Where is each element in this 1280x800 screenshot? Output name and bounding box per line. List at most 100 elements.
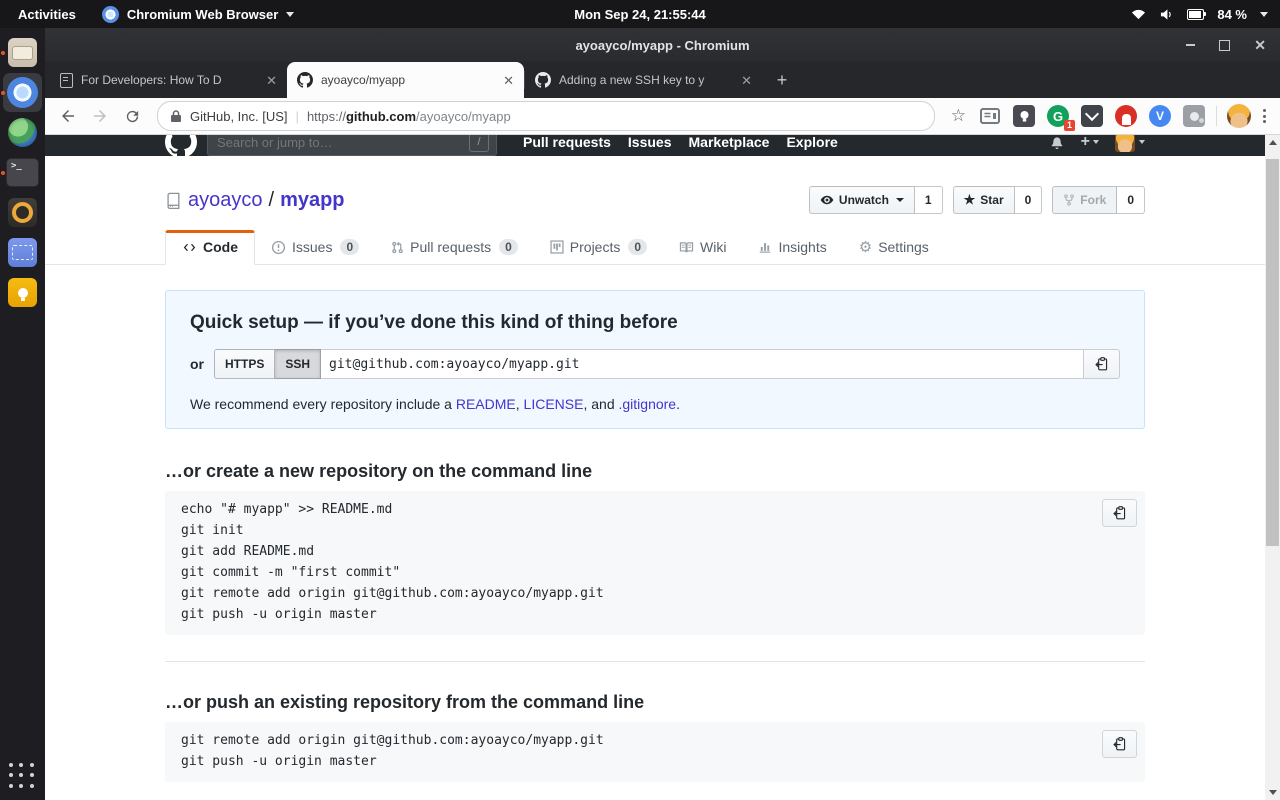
tab-settings[interactable]: ⚙ Settings [843,230,945,264]
create-repo-section-title: …or create a new repository on the comma… [165,461,1145,482]
nav-marketplace[interactable]: Marketplace [689,135,770,150]
chevron-down-icon [1093,140,1099,144]
media-app-icon [8,198,37,227]
show-applications-button[interactable] [9,763,36,790]
repo-name-link[interactable]: myapp [280,189,344,212]
forks-count[interactable]: 0 [1117,186,1145,214]
gitignore-link[interactable]: .gitignore [619,396,677,412]
readme-link[interactable]: README [456,396,516,412]
clock[interactable]: Mon Sep 24, 21:55:44 [574,7,706,22]
dock-item-chromium[interactable] [3,73,42,112]
copy-code-button[interactable] [1102,730,1137,758]
github-logo-icon[interactable] [165,135,197,156]
notifications-bell-icon[interactable] [1049,135,1065,150]
repo-title: ayoayco / myapp [165,189,345,212]
browser-tab-myapp[interactable]: ayoayco/myapp ✕ [287,62,524,98]
https-protocol-button[interactable]: HTTPS [214,349,275,379]
system-indicators[interactable]: 84 % [1131,7,1280,22]
copy-code-button[interactable] [1102,499,1137,527]
tab-close-icon[interactable]: ✕ [741,74,752,87]
tab-code[interactable]: Code [165,230,255,265]
github-search-input[interactable] [215,135,469,151]
watchers-count[interactable]: 1 [915,186,943,214]
volume-icon [1159,8,1174,21]
repo-separator: / [269,189,275,212]
nav-issues[interactable]: Issues [628,135,672,150]
running-indicator [1,51,5,55]
tab-wiki[interactable]: Wiki [663,230,742,264]
dock-item-web-globe[interactable] [6,116,39,149]
slash-key-hint: / [469,135,489,152]
tab-title: For Developers: How To D [81,73,258,87]
scrollbar-thumb[interactable] [1266,159,1279,546]
projects-count: 0 [628,239,647,255]
dock-item-media-app[interactable] [6,196,39,229]
activities-button[interactable]: Activities [18,7,76,22]
tab-close-icon[interactable]: ✕ [503,74,514,87]
browser-profile-avatar[interactable] [1227,104,1251,128]
chromium-icon [102,6,119,23]
pocket-extension-icon[interactable] [1081,105,1103,127]
dock-item-terminal[interactable]: >_ [6,156,39,189]
close-button[interactable]: ✕ [1254,38,1266,52]
web-page: / Pull requests Issues Marketplace Explo… [45,135,1265,800]
globe-icon [8,118,37,147]
browser-tab-developers[interactable]: For Developers: How To D ✕ [50,62,287,98]
page-scrollbar[interactable] [1265,135,1280,800]
dock-item-office-app[interactable] [6,236,39,269]
terminal-icon: >_ [6,158,39,187]
create-new-button[interactable]: + [1081,135,1099,151]
license-link[interactable]: LICENSE [524,396,584,412]
maximize-button[interactable] [1219,40,1230,51]
code-line: git push -u origin master [181,751,1129,772]
code-icon [182,241,197,254]
tab-insights[interactable]: Insights [742,230,842,264]
new-tab-button[interactable]: + [768,66,796,94]
bookmark-star-icon[interactable]: ☆ [945,106,972,126]
chevron-down-icon [1260,12,1268,17]
nav-explore[interactable]: Explore [786,135,837,150]
reload-button[interactable] [117,101,147,131]
tab-issues[interactable]: Issues 0 [255,230,375,264]
tab-pull-requests[interactable]: Pull requests 0 [375,230,534,264]
grey-extension-icon[interactable] [1183,105,1205,127]
tab-projects[interactable]: Projects 0 [534,230,663,264]
browser-toolbar: GitHub, Inc. [US] | https://github.com/a… [45,98,1280,135]
reading-list-extension-icon[interactable] [979,105,1001,127]
star-button[interactable]: ★ Star [953,186,1015,214]
dock-item-notes-app[interactable] [6,276,39,309]
tab-close-icon[interactable]: ✕ [266,74,277,87]
tab-title: Adding a new SSH key to y [559,73,733,87]
minimize-button[interactable] [1186,44,1195,46]
scroll-up-arrow[interactable] [1265,135,1280,150]
project-icon [550,240,564,254]
window-title: ayoayco/myapp - Chromium [575,38,749,53]
grammarly-extension-icon[interactable]: G 1 [1047,105,1069,127]
copy-url-button[interactable] [1084,349,1120,379]
user-menu[interactable] [1115,135,1145,152]
stars-count[interactable]: 0 [1015,186,1043,214]
forward-button[interactable] [85,101,115,131]
browser-menu-button[interactable] [1257,107,1272,126]
nav-pull-requests[interactable]: Pull requests [523,135,611,150]
address-bar[interactable]: GitHub, Inc. [US] | https://github.com/a… [157,101,935,131]
repo-owner-link[interactable]: ayoayco [188,189,263,212]
fork-button[interactable]: Fork [1052,186,1117,214]
vimium-extension-icon[interactable]: V [1149,105,1171,127]
browser-tab-ssh-key[interactable]: Adding a new SSH key to y ✕ [525,62,762,98]
system-top-bar: Activities Chromium Web Browser Mon Sep … [0,0,1280,28]
adblock-extension-icon[interactable] [1115,105,1137,127]
scroll-down-arrow[interactable] [1265,785,1280,800]
github-search-box[interactable]: / [207,135,497,156]
wiki-book-icon [679,241,694,254]
lightbulb-extension-icon[interactable] [1013,105,1035,127]
back-button[interactable] [53,101,83,131]
app-menu[interactable]: Chromium Web Browser [102,6,294,23]
ssh-protocol-button[interactable]: SSH [275,349,321,379]
security-chip[interactable]: GitHub, Inc. [US] [190,109,288,124]
remote-url-input[interactable] [321,349,1084,379]
window-titlebar[interactable]: ayoayco/myapp - Chromium ✕ [45,28,1280,62]
unwatch-button[interactable]: Unwatch [809,186,915,214]
dock-item-files[interactable] [6,36,39,69]
url-text[interactable]: https://github.com/ayoayco/myapp [307,109,511,124]
